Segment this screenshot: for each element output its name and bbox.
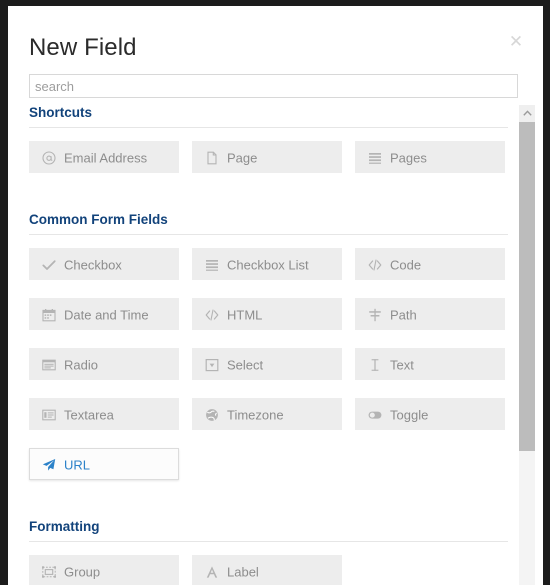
- field-type-label: Text: [390, 357, 414, 373]
- field-type-label: Radio: [64, 357, 98, 373]
- field-type-label: Group: [64, 564, 101, 580]
- code-icon: [205, 308, 222, 322]
- field-type-label: URL: [64, 457, 91, 473]
- field-type-tile[interactable]: HTML: [192, 298, 342, 330]
- field-type-label: Path: [390, 307, 417, 323]
- field-type-tile[interactable]: Textarea: [29, 398, 179, 430]
- field-type-tile[interactable]: Text: [355, 348, 505, 380]
- field-type-label: Checkbox: [64, 257, 122, 273]
- group-heading: Common Form Fields: [29, 212, 508, 235]
- group-heading: Shortcuts: [29, 105, 508, 128]
- field-type-tile[interactable]: Group: [29, 555, 179, 585]
- field-type-tile[interactable]: Date and Time: [29, 298, 179, 330]
- at-icon: [42, 151, 59, 165]
- check-icon: [42, 258, 59, 272]
- field-type-tile[interactable]: Pages: [355, 141, 505, 173]
- text-cursor-icon: [368, 358, 385, 372]
- field-type-tile[interactable]: Radio: [29, 348, 179, 380]
- field-type-tile[interactable]: Path: [355, 298, 505, 330]
- field-type-label: Pages: [390, 150, 427, 166]
- page-title: New Field: [29, 34, 137, 61]
- field-type-tile[interactable]: Label: [192, 555, 342, 585]
- field-type-tile[interactable]: URL: [29, 448, 179, 480]
- group-heading: Formatting: [29, 519, 508, 542]
- field-type-list: Shortcuts Email Address Page Pages Common Fo…: [8, 105, 543, 585]
- chevron-up-icon[interactable]: [519, 105, 535, 122]
- field-type-tile[interactable]: Select: [192, 348, 342, 380]
- field-type-tile[interactable]: Toggle: [355, 398, 505, 430]
- radio-list-icon: [42, 358, 59, 372]
- field-type-tile[interactable]: Checkbox: [29, 248, 179, 280]
- field-type-label: Email Address: [64, 150, 148, 166]
- code-icon: [368, 258, 385, 272]
- field-type-tile[interactable]: Code: [355, 248, 505, 280]
- field-type-label: Label: [227, 564, 259, 580]
- field-type-tile[interactable]: Checkbox List: [192, 248, 342, 280]
- field-type-label: Code: [390, 257, 422, 273]
- window-frame: New Field ✕ Shortcuts Email Address Page Pa…: [0, 0, 550, 585]
- list-icon: [368, 151, 385, 165]
- toggle-icon: [368, 408, 385, 422]
- new-field-dialog: New Field ✕ Shortcuts Email Address Page Pa…: [8, 6, 543, 585]
- file-icon: [205, 151, 222, 165]
- signpost-icon: [368, 308, 385, 322]
- field-type-label: Timezone: [227, 407, 284, 423]
- field-type-label: Toggle: [390, 407, 429, 423]
- field-type-label: Checkbox List: [227, 257, 309, 273]
- globe-icon: [205, 408, 222, 422]
- field-type-label: Page: [227, 150, 258, 166]
- textarea-icon: [42, 408, 59, 422]
- dialog-header: New Field ✕: [8, 6, 543, 68]
- field-type-tile[interactable]: Email Address: [29, 141, 179, 173]
- paper-plane-icon: [42, 458, 59, 472]
- list-icon: [205, 258, 222, 272]
- field-type-label: Textarea: [64, 407, 114, 423]
- object-group-icon: [42, 565, 59, 579]
- font-icon: [205, 565, 222, 579]
- field-type-label: Select: [227, 357, 264, 373]
- calendar-icon: [42, 308, 59, 322]
- search-input[interactable]: [29, 74, 518, 98]
- vertical-scrollbar[interactable]: [519, 105, 535, 585]
- close-icon[interactable]: ✕: [508, 33, 524, 50]
- field-type-label: HTML: [227, 307, 263, 323]
- field-type-tile[interactable]: Page: [192, 141, 342, 173]
- field-type-list-content: Shortcuts Email Address Page Pages Common Fo…: [8, 105, 518, 585]
- caret-square-down-icon: [205, 358, 222, 372]
- field-type-tile[interactable]: Timezone: [192, 398, 342, 430]
- scrollbar-thumb[interactable]: [519, 122, 535, 451]
- field-type-label: Date and Time: [64, 307, 149, 323]
